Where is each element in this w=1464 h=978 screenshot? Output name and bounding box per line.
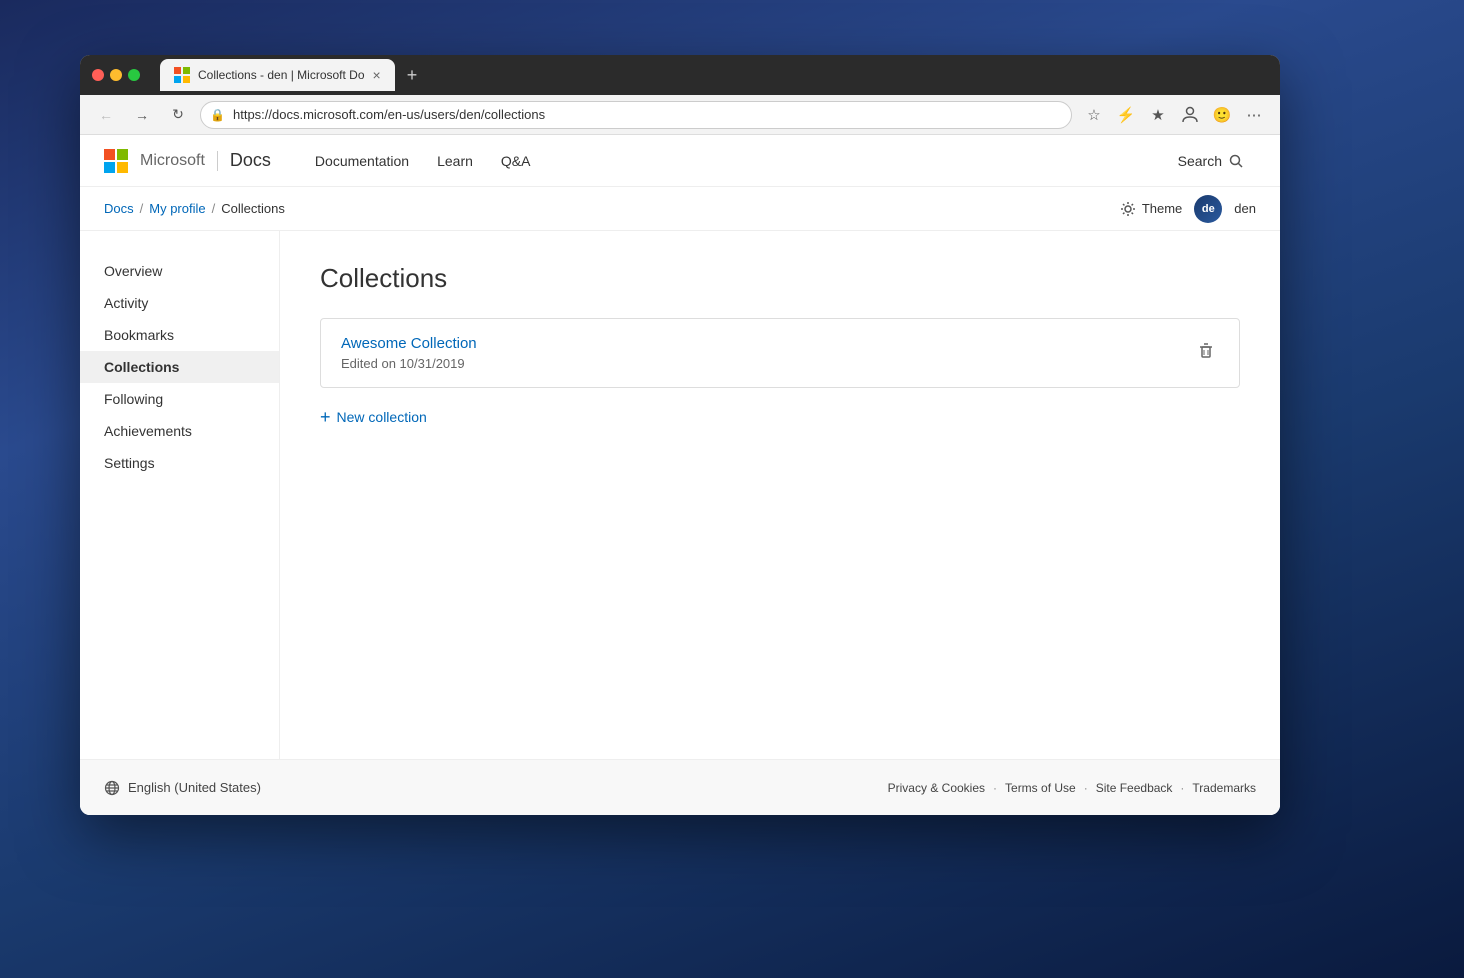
sidebar-item-settings[interactable]: Settings <box>80 447 279 479</box>
profile-button[interactable] <box>1176 101 1204 129</box>
collection-meta: Edited on 10/31/2019 <box>341 356 477 371</box>
collection-name[interactable]: Awesome Collection <box>341 335 477 352</box>
breadcrumb-docs[interactable]: Docs <box>104 201 134 216</box>
sidebar-item-achievements[interactable]: Achievements <box>80 415 279 447</box>
tab-bar: Collections - den | Microsoft Do × + <box>160 59 1268 91</box>
nav-link-qa[interactable]: Q&A <box>489 147 543 175</box>
sidebar-item-bookmarks[interactable]: Bookmarks <box>80 319 279 351</box>
sidebar: Overview Activity Bookmarks Collections … <box>80 231 280 759</box>
user-display-name[interactable]: den <box>1234 201 1256 216</box>
maximize-window-button[interactable] <box>128 69 140 81</box>
nav-link-documentation[interactable]: Documentation <box>303 147 421 175</box>
minimize-window-button[interactable] <box>110 69 122 81</box>
top-navigation: Microsoft Docs Documentation Learn Q&A S… <box>80 135 1280 187</box>
active-tab[interactable]: Collections - den | Microsoft Do × <box>160 59 395 91</box>
sidebar-item-activity[interactable]: Activity <box>80 287 279 319</box>
new-collection-button[interactable]: + New collection <box>320 404 1240 430</box>
address-input[interactable] <box>200 101 1072 129</box>
footer-link-feedback[interactable]: Site Feedback <box>1096 781 1173 795</box>
search-button[interactable]: Search <box>1166 147 1256 175</box>
ms-logo-red <box>104 149 115 160</box>
refresh-button[interactable]: ↻ <box>164 101 192 129</box>
microsoft-logo <box>104 149 128 173</box>
user-initials: de <box>1202 203 1215 215</box>
delete-collection-button[interactable] <box>1193 338 1219 369</box>
browser-window: Collections - den | Microsoft Do × + ← →… <box>80 55 1280 815</box>
globe-icon <box>104 780 120 796</box>
theme-button[interactable]: Theme <box>1120 201 1182 217</box>
main-layout: Overview Activity Bookmarks Collections … <box>80 231 1280 759</box>
breadcrumb-sep-2: / <box>212 201 216 216</box>
page-title: Collections <box>320 263 1240 294</box>
nav-links: Documentation Learn Q&A <box>303 147 543 175</box>
close-window-button[interactable] <box>92 69 104 81</box>
sidebar-item-following[interactable]: Following <box>80 383 279 415</box>
search-label: Search <box>1178 153 1222 169</box>
theme-label: Theme <box>1142 201 1182 216</box>
nav-link-learn[interactable]: Learn <box>425 147 485 175</box>
footer-sep-1: · <box>993 781 997 795</box>
lock-icon: 🔒 <box>210 108 225 122</box>
breadcrumb-bar: Docs / My profile / Collections <box>80 187 1280 231</box>
forward-button[interactable]: → <box>128 101 156 129</box>
theme-icon <box>1120 201 1136 217</box>
collection-info: Awesome Collection Edited on 10/31/2019 <box>341 335 477 371</box>
footer-links: Privacy & Cookies · Terms of Use · Site … <box>888 781 1256 795</box>
ms-logo-green <box>117 149 128 160</box>
toolbar-icons: ☆ ⚡ ★ 🙂 ⋯ <box>1080 101 1268 129</box>
breadcrumb-sep-1: / <box>140 201 144 216</box>
footer-link-terms[interactable]: Terms of Use <box>1005 781 1076 795</box>
brand-divider <box>217 151 218 171</box>
tab-favicon <box>174 67 190 83</box>
browser-addressbar: ← → ↻ 🔒 ☆ ⚡ ★ 🙂 ⋯ <box>80 95 1280 135</box>
ms-logo-yellow <box>117 162 128 173</box>
back-button[interactable]: ← <box>92 101 120 129</box>
brand-docs[interactable]: Docs <box>230 150 271 171</box>
collection-card[interactable]: Awesome Collection Edited on 10/31/2019 <box>320 318 1240 388</box>
trash-icon <box>1197 342 1215 360</box>
footer-sep-3: · <box>1180 781 1184 795</box>
sidebar-item-collections[interactable]: Collections <box>80 351 279 383</box>
locale-label: English (United States) <box>128 780 261 795</box>
brand-name-microsoft: Microsoft <box>140 152 205 170</box>
emoji-button[interactable]: 🙂 <box>1208 101 1236 129</box>
plus-icon: + <box>320 408 331 426</box>
new-collection-label: New collection <box>337 409 427 425</box>
user-avatar[interactable]: de <box>1194 195 1222 223</box>
theme-user: Theme de den <box>1120 195 1256 223</box>
address-bar-container: 🔒 <box>200 101 1072 129</box>
search-icon <box>1228 153 1244 169</box>
page-content: Microsoft Docs Documentation Learn Q&A S… <box>80 135 1280 815</box>
tab-title: Collections - den | Microsoft Do <box>198 68 365 82</box>
footer-link-privacy[interactable]: Privacy & Cookies <box>888 781 985 795</box>
favorites-bar-button[interactable]: ★ <box>1144 101 1172 129</box>
favorites-button[interactable]: ☆ <box>1080 101 1108 129</box>
brand: Microsoft Docs <box>104 149 271 173</box>
footer-sep-2: · <box>1084 781 1088 795</box>
footer: English (United States) Privacy & Cookie… <box>80 759 1280 815</box>
footer-locale: English (United States) <box>104 780 261 796</box>
settings-button[interactable]: ⋯ <box>1240 101 1268 129</box>
ms-logo-blue <box>104 162 115 173</box>
traffic-lights <box>92 69 140 81</box>
extensions-button[interactable]: ⚡ <box>1112 101 1140 129</box>
new-tab-button[interactable]: + <box>399 65 426 86</box>
browser-titlebar: Collections - den | Microsoft Do × + <box>80 55 1280 95</box>
breadcrumb-myprofile[interactable]: My profile <box>149 201 205 216</box>
footer-link-trademarks[interactable]: Trademarks <box>1192 781 1256 795</box>
tab-close-button[interactable]: × <box>373 68 381 82</box>
breadcrumb: Docs / My profile / Collections <box>104 201 1120 216</box>
main-content: Collections Awesome Collection Edited on… <box>280 231 1280 759</box>
sidebar-item-overview[interactable]: Overview <box>80 255 279 287</box>
breadcrumb-collections: Collections <box>221 201 285 216</box>
